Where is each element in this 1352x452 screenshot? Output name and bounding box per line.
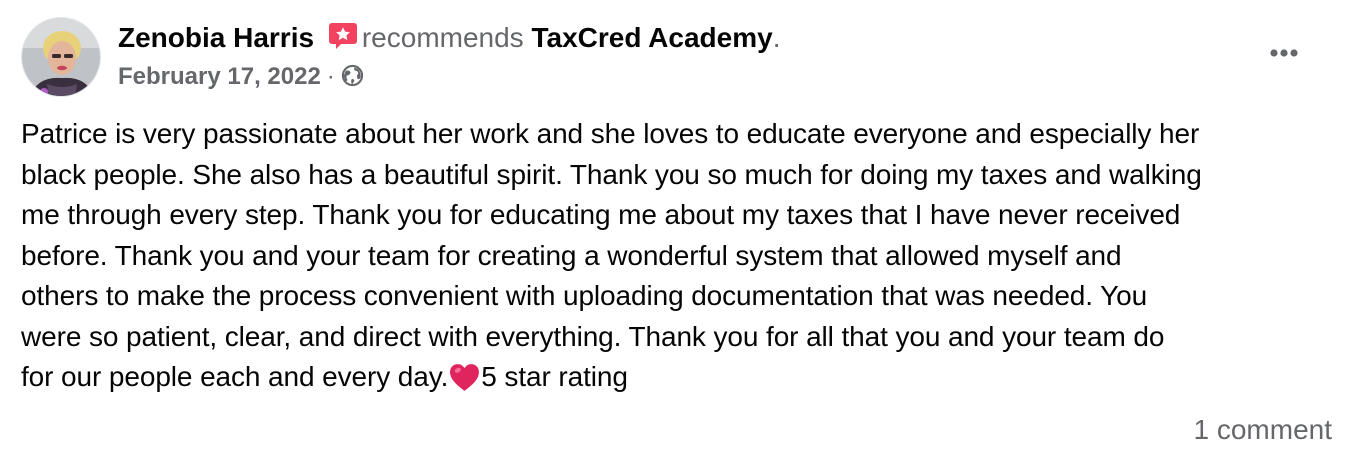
comments-count-link[interactable]: 1 comment xyxy=(1194,410,1333,450)
review-line: were so patient, clear, and direct with … xyxy=(21,320,1165,352)
author-name[interactable]: Zenobia Harris xyxy=(118,22,314,53)
rating-text: 5 star rating xyxy=(481,361,628,392)
avatar-photo xyxy=(22,18,100,96)
recommend-badge-icon xyxy=(328,21,358,51)
page-name-link[interactable]: TaxCred Academy xyxy=(531,22,772,53)
globe-icon xyxy=(341,64,364,87)
review-line: Patrice is very passionate about her wor… xyxy=(21,118,1200,149)
review-line: for our people each and every day. xyxy=(21,361,449,392)
post-date[interactable]: February 17, 2022 xyxy=(118,63,321,90)
review-line: others to make the process convenient wi… xyxy=(21,280,1148,311)
post-header: Zenobia Harris recommends TaxCred Academ… xyxy=(118,20,780,56)
red-heart-icon xyxy=(448,361,481,394)
author-avatar[interactable] xyxy=(21,17,101,97)
review-text: Patrice is very passionate about her wor… xyxy=(21,114,1339,398)
more-options-icon xyxy=(1270,49,1298,57)
recommends-label: recommends xyxy=(361,22,524,53)
post-meta: February 17, 2022 · xyxy=(118,61,364,93)
review-post: Zenobia Harris recommends TaxCred Academ… xyxy=(0,0,1352,452)
meta-separator: · xyxy=(326,63,335,90)
review-line: before. Thank you and your team for crea… xyxy=(21,239,1122,271)
more-options-button[interactable] xyxy=(1262,33,1306,73)
review-last-line: for our people each and every day. 5 sta… xyxy=(21,357,1339,398)
review-line: black people. She also has a beautiful s… xyxy=(21,158,1202,190)
header-period: . xyxy=(772,22,781,53)
review-line: me through every step. Thank you for edu… xyxy=(21,199,1181,230)
